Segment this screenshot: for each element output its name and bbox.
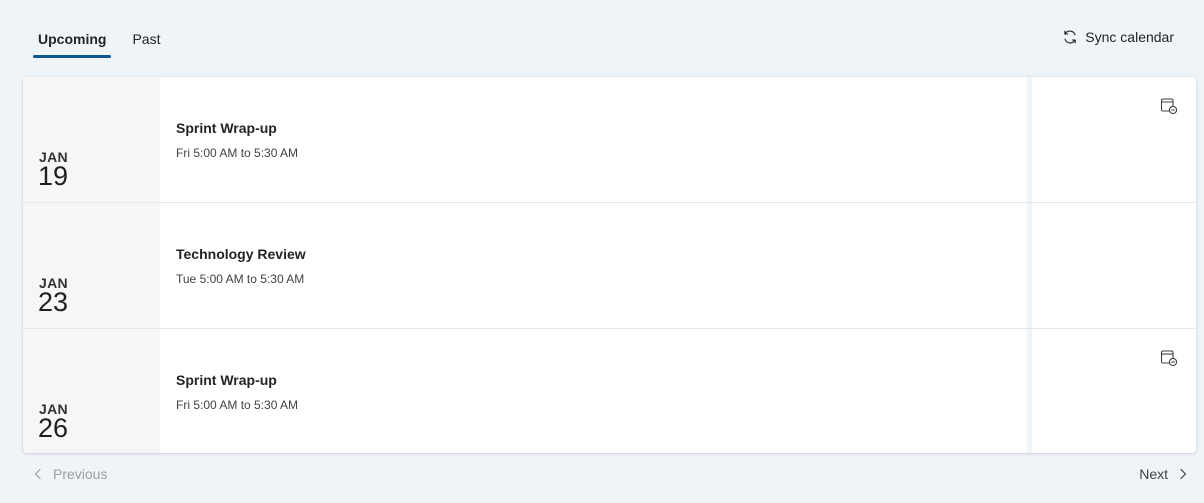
events-list: JAN 19 Sprint Wrap-up Fri 5:00 AM to 5:3… <box>23 77 1196 453</box>
next-label: Next <box>1139 466 1168 482</box>
row-divider <box>1027 203 1032 328</box>
event-day: 19 <box>38 161 69 191</box>
calendar-remove-button[interactable] <box>1160 97 1178 115</box>
event-time: Fri 5:00 AM to 5:30 AM <box>176 146 299 160</box>
event-info: Sprint Wrap-up Fri 5:00 AM to 5:30 AM <box>176 372 298 412</box>
sync-calendar-button[interactable]: Sync calendar <box>1061 28 1174 46</box>
sync-icon <box>1064 30 1076 44</box>
row-divider <box>1027 77 1032 202</box>
event-title: Sprint Wrap-up <box>176 120 277 136</box>
chevron-right-icon <box>1180 468 1187 480</box>
event-row[interactable]: JAN 19 Sprint Wrap-up Fri 5:00 AM to 5:3… <box>23 77 1196 203</box>
event-info: Technology Review Tue 5:00 AM to 5:30 AM <box>176 246 306 286</box>
next-page-button[interactable]: Next <box>1139 466 1190 482</box>
event-date: JAN 19 <box>23 77 160 202</box>
event-day: 23 <box>38 287 69 317</box>
event-day: 26 <box>38 413 69 443</box>
tab-past[interactable]: Past <box>127 24 165 58</box>
event-title: Technology Review <box>176 246 306 262</box>
calendar-remove-icon <box>1160 98 1178 115</box>
row-divider <box>1027 329 1032 453</box>
tab-upcoming[interactable]: Upcoming <box>33 24 112 58</box>
event-time: Tue 5:00 AM to 5:30 AM <box>176 272 305 286</box>
event-row[interactable]: JAN 23 Technology Review Tue 5:00 AM to … <box>23 203 1196 329</box>
chevron-left-icon <box>34 468 41 480</box>
event-time: Fri 5:00 AM to 5:30 AM <box>176 398 299 412</box>
previous-page-button[interactable]: Previous <box>31 466 107 482</box>
event-row[interactable]: JAN 26 Sprint Wrap-up Fri 5:00 AM to 5:3… <box>23 329 1196 453</box>
event-title: Sprint Wrap-up <box>176 372 277 388</box>
previous-label: Previous <box>53 466 108 482</box>
calendar-remove-icon <box>1160 350 1178 367</box>
event-date: JAN 23 <box>23 203 160 328</box>
tab-list: Upcoming Past <box>33 24 181 60</box>
event-date: JAN 26 <box>23 329 160 453</box>
event-info: Sprint Wrap-up Fri 5:00 AM to 5:30 AM <box>176 120 298 160</box>
calendar-remove-button[interactable] <box>1160 349 1178 367</box>
sync-calendar-label: Sync calendar <box>1085 29 1174 45</box>
